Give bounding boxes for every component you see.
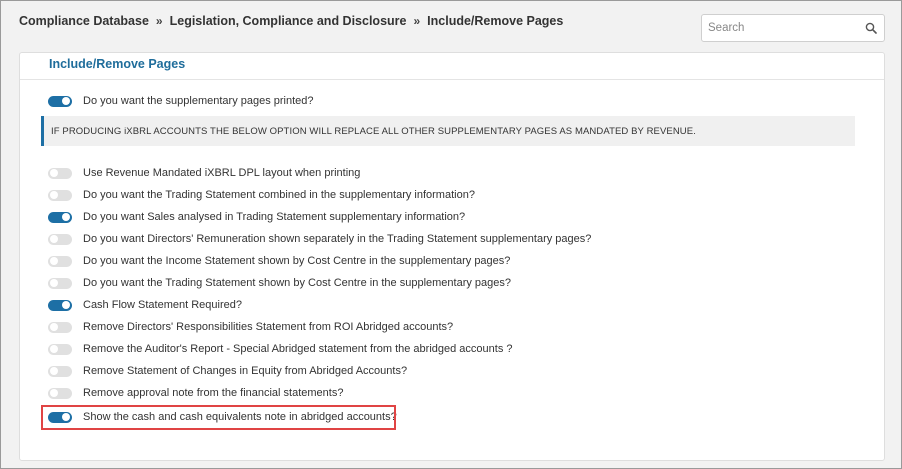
option-row: Do you want the Trading Statement combin… (48, 187, 475, 203)
option-row: Cash Flow Statement Required? (48, 297, 242, 313)
option-label: Do you want the supplementary pages prin… (83, 95, 314, 107)
toggle-switch[interactable] (48, 95, 72, 107)
toggle-switch[interactable] (48, 343, 72, 355)
breadcrumb-item-current: Include/Remove Pages (427, 14, 564, 28)
toggle-switch[interactable] (48, 167, 72, 179)
breadcrumb-item-compliance-database[interactable]: Compliance Database (19, 14, 149, 28)
toggle-switch[interactable] (48, 189, 72, 201)
option-row: Do you want the Income Statement shown b… (48, 253, 510, 269)
toggle-switch[interactable] (48, 365, 72, 377)
option-label: Cash Flow Statement Required? (83, 299, 242, 311)
toggle-switch[interactable] (48, 211, 72, 223)
option-label: Do you want Directors' Remuneration show… (83, 233, 592, 245)
toggle-switch[interactable] (48, 387, 72, 399)
option-row: Remove the Auditor's Report - Special Ab… (48, 341, 513, 357)
option-row: Remove Statement of Changes in Equity fr… (48, 363, 407, 379)
option-row: Use Revenue Mandated iXBRL DPL layout wh… (48, 165, 360, 181)
breadcrumb: Compliance Database » Legislation, Compl… (19, 14, 563, 28)
option-label: Remove Directors' Responsibilities State… (83, 321, 454, 333)
option-row: Do you want Sales analysed in Trading St… (48, 209, 465, 225)
option-label: Do you want the Trading Statement shown … (83, 277, 512, 289)
option-label: Remove the Auditor's Report - Special Ab… (83, 343, 513, 355)
toggle-switch[interactable] (48, 255, 72, 267)
option-row: Do you want the Trading Statement shown … (48, 275, 511, 291)
highlight-box (41, 405, 396, 430)
search-icon[interactable] (865, 22, 877, 34)
toggle-switch[interactable] (48, 277, 72, 289)
panel-divider (20, 79, 884, 80)
option-label: Use Revenue Mandated iXBRL DPL layout wh… (83, 167, 361, 179)
panel-title: Include/Remove Pages (49, 57, 186, 71)
toggle-switch[interactable] (48, 321, 72, 333)
breadcrumb-separator-icon: » (155, 14, 163, 28)
search-input[interactable] (702, 22, 852, 34)
option-label: Remove approval note from the financial … (83, 387, 344, 399)
search-box (701, 14, 885, 42)
breadcrumb-item-legislation[interactable]: Legislation, Compliance and Disclosure (170, 14, 407, 28)
option-row: Do you want the supplementary pages prin… (48, 93, 314, 109)
option-label: Do you want Sales analysed in Trading St… (83, 211, 466, 223)
option-row: Remove approval note from the financial … (48, 385, 343, 401)
option-label: Remove Statement of Changes in Equity fr… (83, 365, 408, 377)
option-row: Do you want Directors' Remuneration show… (48, 231, 591, 247)
option-row: Remove Directors' Responsibilities State… (48, 319, 453, 335)
breadcrumb-separator-icon: » (413, 14, 421, 28)
option-label: Do you want the Income Statement shown b… (83, 255, 511, 267)
toggle-switch[interactable] (48, 233, 72, 245)
include-remove-panel: Include/Remove Pages Do you want the sup… (19, 52, 885, 461)
option-label: Do you want the Trading Statement combin… (83, 189, 475, 201)
ixbrl-info-note: IF PRODUCING iXBRL ACCOUNTS THE BELOW OP… (41, 116, 855, 146)
toggle-switch[interactable] (48, 299, 72, 311)
